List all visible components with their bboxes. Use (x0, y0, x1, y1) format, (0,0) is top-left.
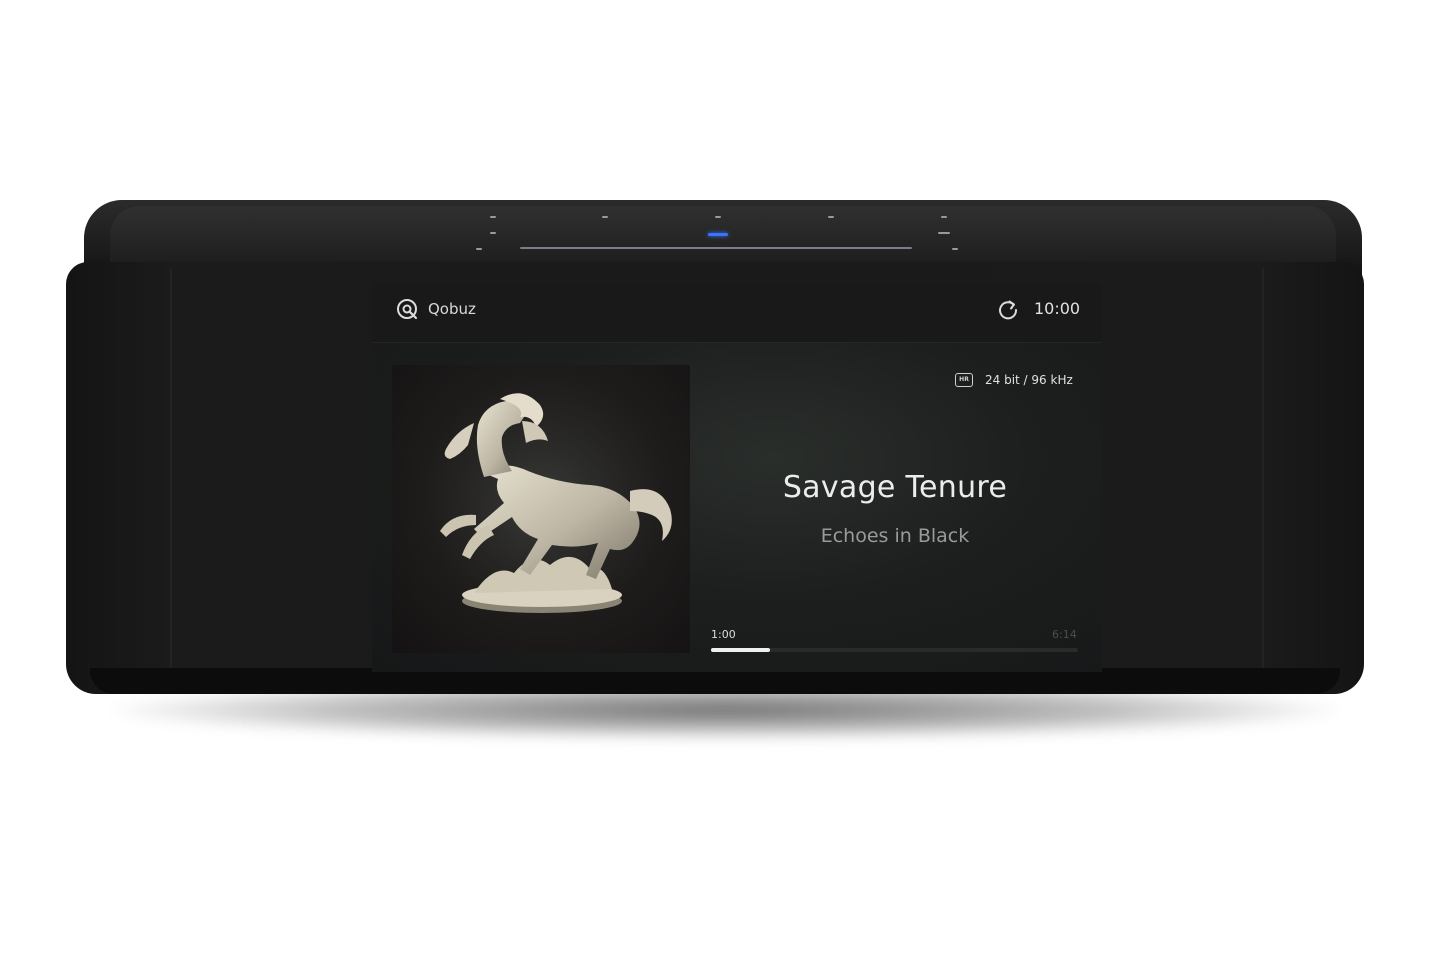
now-playing-content: HR 24 bit / 96 kHz Savage Tenure Echoes … (372, 343, 1102, 672)
power-led (708, 233, 728, 236)
touch-key-dot[interactable] (490, 216, 496, 218)
volume-touch-slider[interactable] (520, 247, 912, 249)
status-bar: Qobuz 10:00 (372, 284, 1102, 343)
body-seam (1262, 268, 1264, 668)
total-time: 6:14 (1052, 628, 1077, 641)
touch-key-dot[interactable] (490, 232, 496, 234)
touch-key-dot[interactable] (952, 248, 958, 250)
track-title: Savage Tenure (782, 470, 1008, 505)
body-seam (170, 268, 172, 668)
touch-key-dot[interactable] (602, 216, 608, 218)
elapsed-time: 1:00 (711, 628, 736, 641)
album-art[interactable] (392, 365, 690, 653)
hi-res-badge: HR (955, 373, 973, 387)
qobuz-logo-icon[interactable] (396, 298, 420, 322)
horse-sculpture-image (392, 365, 690, 653)
source-name[interactable]: Qobuz (428, 300, 476, 318)
speaker-top-panel (110, 206, 1336, 270)
touch-key-dot[interactable] (476, 248, 482, 250)
touch-key-dot[interactable] (715, 216, 721, 218)
touch-key-dot[interactable] (938, 232, 950, 234)
product-photo: Qobuz 10:00 HR 24 bit / 96 kHz Savage Te… (0, 0, 1431, 962)
clock-time: 10:00 (1034, 299, 1081, 318)
touch-key-dot[interactable] (941, 216, 947, 218)
progress-fill (711, 648, 770, 652)
track-artist[interactable]: Echoes in Black (702, 525, 1088, 547)
audio-quality-text: 24 bit / 96 kHz (985, 373, 1073, 387)
touch-key-dot[interactable] (828, 216, 834, 218)
refresh-icon[interactable] (996, 298, 1020, 322)
progress-bar[interactable] (711, 648, 1078, 652)
now-playing-screen: Qobuz 10:00 HR 24 bit / 96 kHz Savage Te… (372, 284, 1102, 672)
